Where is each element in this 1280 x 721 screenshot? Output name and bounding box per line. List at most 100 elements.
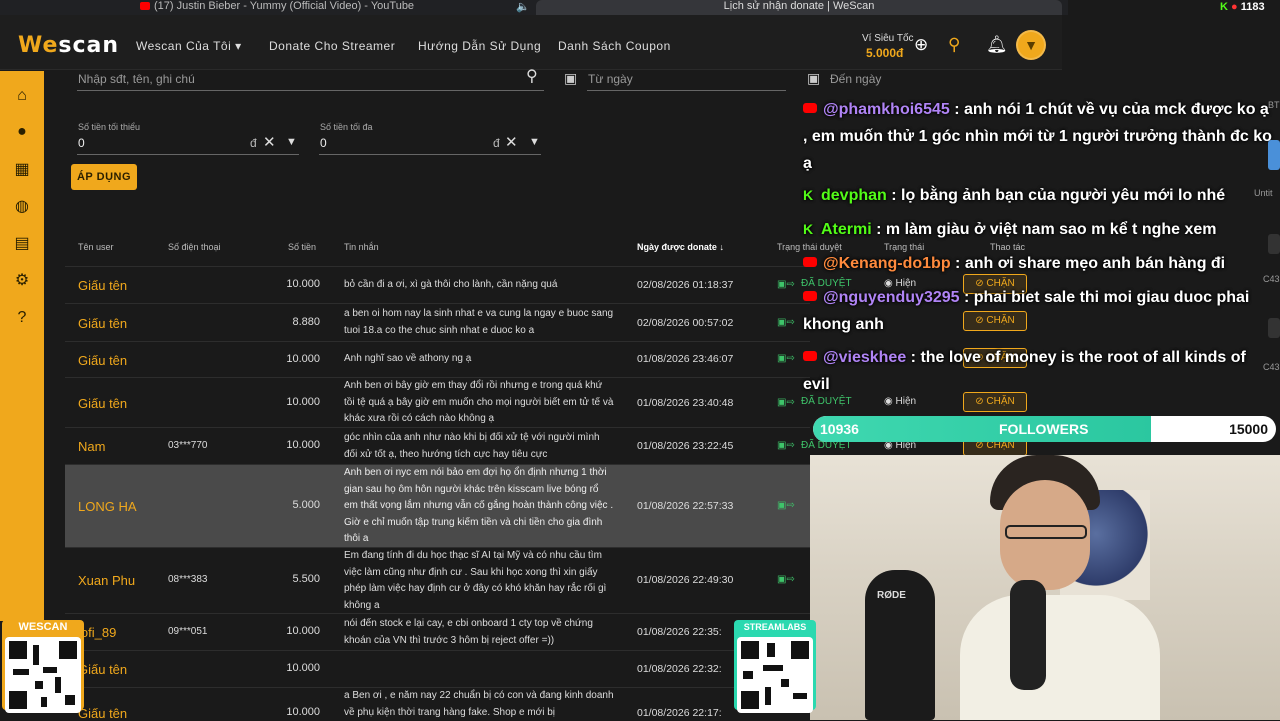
table-row[interactable]: Nam 03***770 10.000 góc nhìn của anh như… [65,427,810,464]
search-underline [77,90,544,91]
nav-my-wescan[interactable]: Wescan Của Tôi ▾ [136,39,242,53]
col-amount[interactable]: Số tiền [288,242,316,252]
dashboard-icon[interactable]: ▦ [12,160,32,180]
table-row[interactable]: lofi_89 09***051 10.000 nói đến stock e … [65,613,810,650]
clear-min-icon[interactable]: ✕ [263,133,276,153]
chat-message: @nguyenduy3295 : phai biet sale thi moi … [803,289,1250,333]
table-row[interactable]: Giấu tên 10.000 bỏ cần đi a ơi, xì gà th… [65,266,810,303]
col-message[interactable]: Tin nhắn [344,242,379,252]
nav-donate[interactable]: Donate Cho Streamer [269,39,395,53]
wallet-value: 5.000đ [866,46,904,60]
tab-wescan[interactable]: Lịch sử nhận donate | WeScan [536,0,1062,15]
kick-icon: K [803,187,814,203]
approved-icon: ▣⇨ [777,317,795,328]
streamer-glasses [1005,525,1087,539]
min-amount-input[interactable]: 0 [78,136,85,150]
search-icon[interactable]: ⚲ [948,35,960,55]
chat-message: @vieskhee : the love of money is the roo… [803,349,1246,393]
apply-button[interactable]: ÁP DỤNG [71,164,137,190]
search-icon[interactable]: ⚲ [526,67,538,87]
max-currency: đ [493,136,500,150]
chevron-down-icon[interactable]: ▼ [286,132,297,152]
wescan-qr-widget: WESCAN [2,620,84,713]
user-avatar[interactable]: ▼ [1016,30,1046,60]
speaker-icon[interactable]: 🔈 [516,0,530,13]
chevron-down-icon: ▾ [235,39,242,53]
approved-icon: ▣⇨ [777,279,795,290]
youtube-icon [803,103,817,113]
chat-message: Kdevphan : lọ bằng ảnh bạn của người yêu… [803,182,1275,209]
from-date-input[interactable]: Từ ngày [588,72,633,86]
mic-brand: RØDE [877,590,906,601]
sort-down-icon: ↓ [719,242,724,252]
edge-label: BT [1268,100,1280,110]
min-underline [77,154,299,155]
nav-coupons[interactable]: Danh Sách Coupon [558,39,671,53]
tab-youtube[interactable]: (17) Justin Bieber - Yummy (Official Vid… [140,0,414,15]
max-underline [319,154,541,155]
edge-label: C43 [1263,362,1280,372]
max-amount-label: Số tiền tối đa [320,122,373,132]
add-circle-icon[interactable]: ⊕ [914,35,928,55]
table-row[interactable]: Giấu tên 10.000 Anh ben ơi bây giờ em th… [65,377,810,427]
min-currency: đ [250,136,257,150]
to-date-input[interactable]: Đến ngày [830,72,881,86]
search-input[interactable]: Nhập sđt, tên, ghi chú [78,72,195,86]
help-icon[interactable]: ? [12,308,32,328]
streamlabs-qr-widget: STREAMLABS [734,620,816,713]
edge-label: C43 [1263,274,1280,284]
person-icon[interactable]: ● [12,122,32,142]
followers-goal-bar: 10936 FOLLOWERS 15000 [813,416,1276,442]
app-header: Wescan Wescan Của Tôi ▾ Donate Cho Strea… [0,15,1062,70]
table-row[interactable]: Giấu tên 10.000 a Ben ơi , e năm nay 22 … [65,687,810,721]
from-date-underline [587,90,786,91]
kick-icon: K [803,221,814,237]
chevron-down-icon[interactable]: ▼ [529,132,540,152]
edge-widget [1268,234,1280,254]
browser-tab-strip: (17) Justin Bieber - Yummy (Official Vid… [0,0,1068,15]
home-icon[interactable]: ⌂ [12,86,32,106]
followers-current: 10936 [820,421,859,437]
bell-icon[interactable]: 🔔︎ [986,35,1008,55]
streamer-shirt [960,595,1160,720]
store-icon[interactable]: ▤ [12,234,32,254]
qr-code [5,637,81,713]
approved-icon: ▣⇨ [777,397,795,408]
approved-icon: ▣⇨ [777,353,795,364]
qr-code [737,637,813,713]
col-user[interactable]: Tên user [78,242,114,252]
chat-message: K Atermi : m làm giàu ở việt nam sao m kể… [803,216,1275,243]
gear-icon[interactable]: ⚙ [12,271,32,291]
calendar-icon[interactable]: ▣ [564,68,577,88]
youtube-icon [140,2,150,11]
wallet-label: Ví Siêu Tốc [862,33,914,44]
microphone-front [1010,580,1046,690]
max-amount-input[interactable]: 0 [320,136,327,150]
approved-icon: ▣⇨ [777,574,795,585]
clear-max-icon[interactable]: ✕ [505,133,518,153]
approved-icon: ▣⇨ [777,440,795,451]
chat-message: @phamkhoi6545 : anh nói 1 chút về vụ của… [803,101,1272,172]
table-row[interactable]: Giấu tên 10.000 01/08/2026 22:32: [65,650,810,687]
approved-icon: ▣⇨ [777,500,795,511]
followers-progress-fill [813,416,1151,442]
col-phone[interactable]: Số điện thoại [168,242,221,252]
youtube-icon [803,257,817,267]
table-row[interactable]: Giấu tên 10.000 Anh nghĩ sao về athony n… [65,341,810,377]
kick-viewer-count: K ● 1183 [1220,1,1265,13]
youtube-icon [803,291,817,301]
edge-widget [1268,318,1280,338]
edge-widget [1268,140,1280,170]
col-date[interactable]: Ngày được donate ↓ [637,242,724,252]
globe-icon[interactable]: ◍ [12,197,32,217]
chat-message: @Kenang-do1bp : anh ơi share mẹo anh bán… [803,250,1275,277]
calendar-icon[interactable]: ▣ [807,68,820,88]
table-row[interactable]: Xuan Phu 08***383 5.500 Em đang tính đi … [65,547,810,613]
table-row[interactable]: Giấu tên 8.880 a ben oi hom nay la sinh … [65,303,810,341]
table-row[interactable]: LONG HA 5.000 Anh ben ơi nyc em nói bảo … [65,464,810,547]
wescan-logo[interactable]: Wescan [18,33,119,58]
nav-guide[interactable]: Hướng Dẫn Sử Dụng [418,39,541,53]
edge-label: Untit [1254,188,1273,198]
followers-goal: 15000 [1229,421,1268,437]
sidebar: ⌂ ● ▦ ◍ ▤ ⚙ ? [0,71,44,621]
